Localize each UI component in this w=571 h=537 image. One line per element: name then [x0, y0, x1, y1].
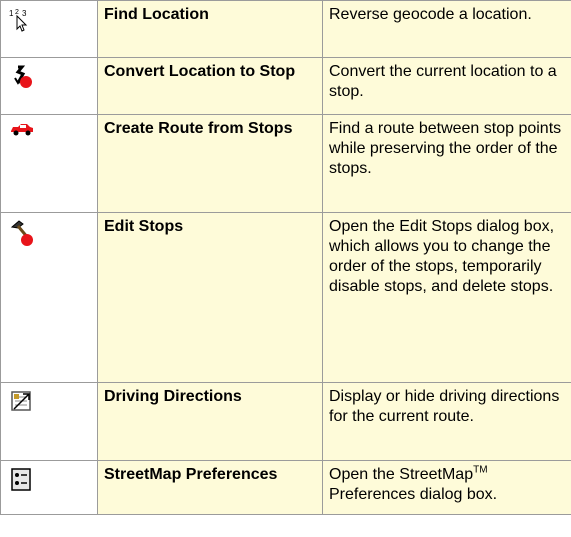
- tool-description: Find a route between stop points while p…: [322, 114, 571, 213]
- driving-directions-icon: [9, 389, 35, 415]
- svg-text:3: 3: [22, 9, 27, 18]
- table-row: Convert Location to Stop Convert the cur…: [0, 57, 571, 115]
- desc-pre: Open the StreetMap: [329, 466, 474, 483]
- icon-cell: 1 2 3: [0, 0, 98, 58]
- create-route-car-icon: [9, 121, 35, 147]
- icon-cell: [0, 57, 98, 115]
- table-row: Create Route from Stops Find a route bet…: [0, 114, 571, 213]
- table-row: StreetMap Preferences Open the StreetMap…: [0, 460, 571, 515]
- table-row: Driving Directions Display or hide drivi…: [0, 382, 571, 461]
- table-row: 1 2 3 Find Location Reverse geocode a lo…: [0, 0, 571, 58]
- tool-name: Create Route from Stops: [97, 114, 323, 213]
- tool-name: Edit Stops: [97, 212, 323, 383]
- tool-description: Convert the current location to a stop.: [322, 57, 571, 115]
- svg-text:1: 1: [9, 9, 14, 18]
- tool-description: Open the Edit Stops dialog box, which al…: [322, 212, 571, 383]
- streetmap-preferences-icon: [9, 467, 35, 493]
- desc-post: Preferences dialog box.: [329, 486, 498, 503]
- tool-description: Open the StreetMapTM Preferences dialog …: [322, 460, 571, 515]
- convert-location-icon: [9, 64, 35, 90]
- table-row: Edit Stops Open the Edit Stops dialog bo…: [0, 212, 571, 383]
- tool-name: StreetMap Preferences: [97, 460, 323, 515]
- edit-stops-hammer-icon: [9, 219, 35, 246]
- icon-cell: [0, 114, 98, 213]
- icon-cell: [0, 212, 98, 383]
- tool-name: Find Location: [97, 0, 323, 58]
- svg-text:2: 2: [15, 9, 19, 16]
- tool-name: Convert Location to Stop: [97, 57, 323, 115]
- tool-name: Driving Directions: [97, 382, 323, 461]
- trademark: TM: [473, 464, 488, 476]
- tool-description: Reverse geocode a location.: [322, 0, 571, 58]
- tools-table: 1 2 3 Find Location Reverse geocode a lo…: [0, 0, 571, 515]
- icon-cell: [0, 460, 98, 515]
- icon-cell: [0, 382, 98, 461]
- tool-description: Display or hide driving directions for t…: [322, 382, 571, 461]
- find-location-icon: 1 2 3: [9, 7, 35, 33]
